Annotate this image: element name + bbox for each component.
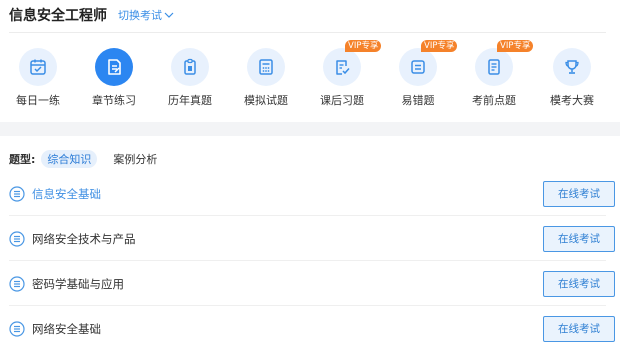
- vip-badge: VIP专享: [497, 40, 534, 52]
- nav-item-pre-exam-tips[interactable]: VIP专享 考前点题: [456, 40, 534, 108]
- nav-label: 模拟试题: [244, 94, 288, 107]
- nav-icon-circle: [475, 48, 513, 86]
- chapter-title: 网络安全技术与产品: [32, 232, 136, 246]
- online-exam-button[interactable]: 在线考试: [543, 226, 615, 252]
- switch-exam-label: 切换考试: [118, 9, 162, 22]
- list-icon: [9, 186, 25, 202]
- switch-exam-link[interactable]: 切换考试: [118, 7, 174, 23]
- online-exam-button[interactable]: 在线考试: [543, 271, 615, 297]
- checklist-icon: [336, 60, 350, 75]
- nav-item-past-exams[interactable]: 历年真题: [152, 48, 228, 108]
- tab-comprehensive-knowledge[interactable]: 综合知识: [41, 150, 98, 168]
- vip-badge: VIP专享: [421, 40, 458, 52]
- vip-badge: VIP专享: [345, 40, 382, 52]
- nav-item-mock-contest[interactable]: 模考大赛: [534, 48, 610, 108]
- nav-icon-circle: [399, 48, 437, 86]
- question-type-filter: 题型: 综合知识 案例分析: [9, 150, 163, 168]
- online-exam-button[interactable]: 在线考试: [543, 316, 615, 342]
- nav-item-daily-practice[interactable]: 每日一练: [0, 48, 76, 108]
- nav-icon-circle: [323, 48, 361, 86]
- chapter-doc-icon: [108, 59, 121, 75]
- chapter-row[interactable]: 信息安全基础 在线考试: [9, 172, 615, 216]
- tab-case-analysis[interactable]: 案例分析: [107, 150, 163, 168]
- list-icon: [9, 231, 25, 247]
- chapter-row[interactable]: 密码学基础与应用 在线考试: [9, 262, 615, 306]
- calculator-icon: [259, 59, 273, 75]
- type-filter-label: 题型:: [9, 153, 36, 166]
- trophy-icon: [565, 60, 579, 74]
- nav-item-error-prone[interactable]: VIP专享 易错题: [380, 40, 458, 108]
- notes-icon: [488, 59, 500, 75]
- nav-label: 考前点题: [472, 94, 516, 107]
- nav-item-chapter-practice[interactable]: 章节练习: [76, 48, 152, 108]
- nav-icon-circle: [247, 48, 285, 86]
- clipboard-icon: [184, 58, 196, 75]
- nav-label: 历年真题: [168, 94, 212, 107]
- nav-icon-circle: [553, 48, 591, 86]
- chapter-title: 网络安全基础: [32, 322, 101, 336]
- nav-item-mock-tests[interactable]: 模拟试题: [228, 48, 304, 108]
- section-separator: [0, 122, 620, 136]
- calendar-icon: [30, 59, 46, 75]
- page-title: 信息安全工程师: [9, 8, 107, 24]
- nav-icon-circle: [95, 48, 133, 86]
- nav-label: 易错题: [401, 94, 435, 107]
- chapter-title: 密码学基础与应用: [32, 277, 124, 291]
- nav-icon-circle: [19, 48, 57, 86]
- online-exam-button[interactable]: 在线考试: [543, 181, 615, 207]
- nav-label: 课后习题: [320, 94, 364, 107]
- feature-nav: 每日一练 章节练习 历年真题 模拟试题 VIP专享 课后习题 VIP专享 易错题…: [0, 40, 620, 120]
- nav-label: 章节练习: [92, 94, 136, 107]
- chapter-row[interactable]: 网络安全基础 在线考试: [9, 307, 615, 348]
- divider: [9, 32, 606, 33]
- chapter-title: 信息安全基础: [32, 187, 101, 201]
- nav-item-homework[interactable]: VIP专享 课后习题: [304, 40, 382, 108]
- list-icon: [9, 321, 25, 337]
- nav-label: 模考大赛: [550, 94, 594, 107]
- nav-icon-circle: [171, 48, 209, 86]
- chapter-row[interactable]: 网络安全技术与产品 在线考试: [9, 217, 615, 261]
- error-card-icon: [411, 60, 425, 74]
- header: 信息安全工程师 切换考试: [9, 6, 174, 24]
- chevron-down-icon: [164, 12, 174, 18]
- list-icon: [9, 276, 25, 292]
- nav-label: 每日一练: [16, 94, 60, 107]
